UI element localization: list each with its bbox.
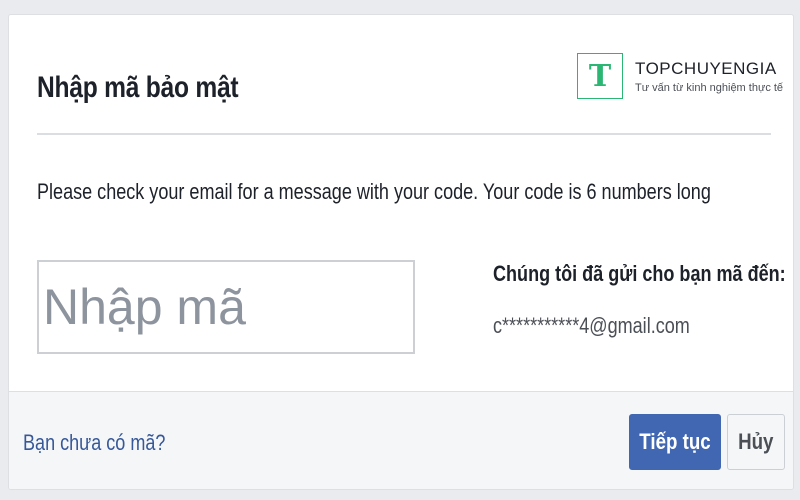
dialog-title: Nhập mã bảo mật (37, 71, 239, 104)
security-code-dialog: Nhập mã bảo mật T TOPCHUYENGIA Tư vấn từ… (8, 14, 794, 490)
logo-mark: T (577, 53, 623, 99)
security-code-input[interactable] (37, 260, 415, 354)
cancel-button[interactable]: Hủy (727, 414, 785, 470)
code-sent-label: Chúng tôi đã gửi cho bạn mã đến: (493, 261, 786, 286)
masked-email: c***********4@gmail.com (493, 313, 690, 338)
continue-button[interactable]: Tiếp tục (629, 414, 721, 470)
dialog-footer: Bạn chưa có mã? Tiếp tục Hủy (9, 391, 793, 489)
logo-text: TOPCHUYENGIA Tư vấn từ kinh nghiệm thực … (635, 59, 783, 94)
no-code-link[interactable]: Bạn chưa có mã? (23, 430, 165, 456)
continue-button-label: Tiếp tục (639, 429, 711, 454)
instruction-message: Please check your email for a message wi… (37, 179, 711, 204)
header-divider (37, 133, 771, 135)
logo-tagline: Tư vấn từ kinh nghiệm thực tế (635, 81, 784, 94)
cancel-button-label: Hủy (738, 429, 774, 454)
watermark-logo: T TOPCHUYENGIA Tư vấn từ kinh nghiệm thự… (577, 53, 783, 99)
logo-name: TOPCHUYENGIA (635, 58, 777, 78)
